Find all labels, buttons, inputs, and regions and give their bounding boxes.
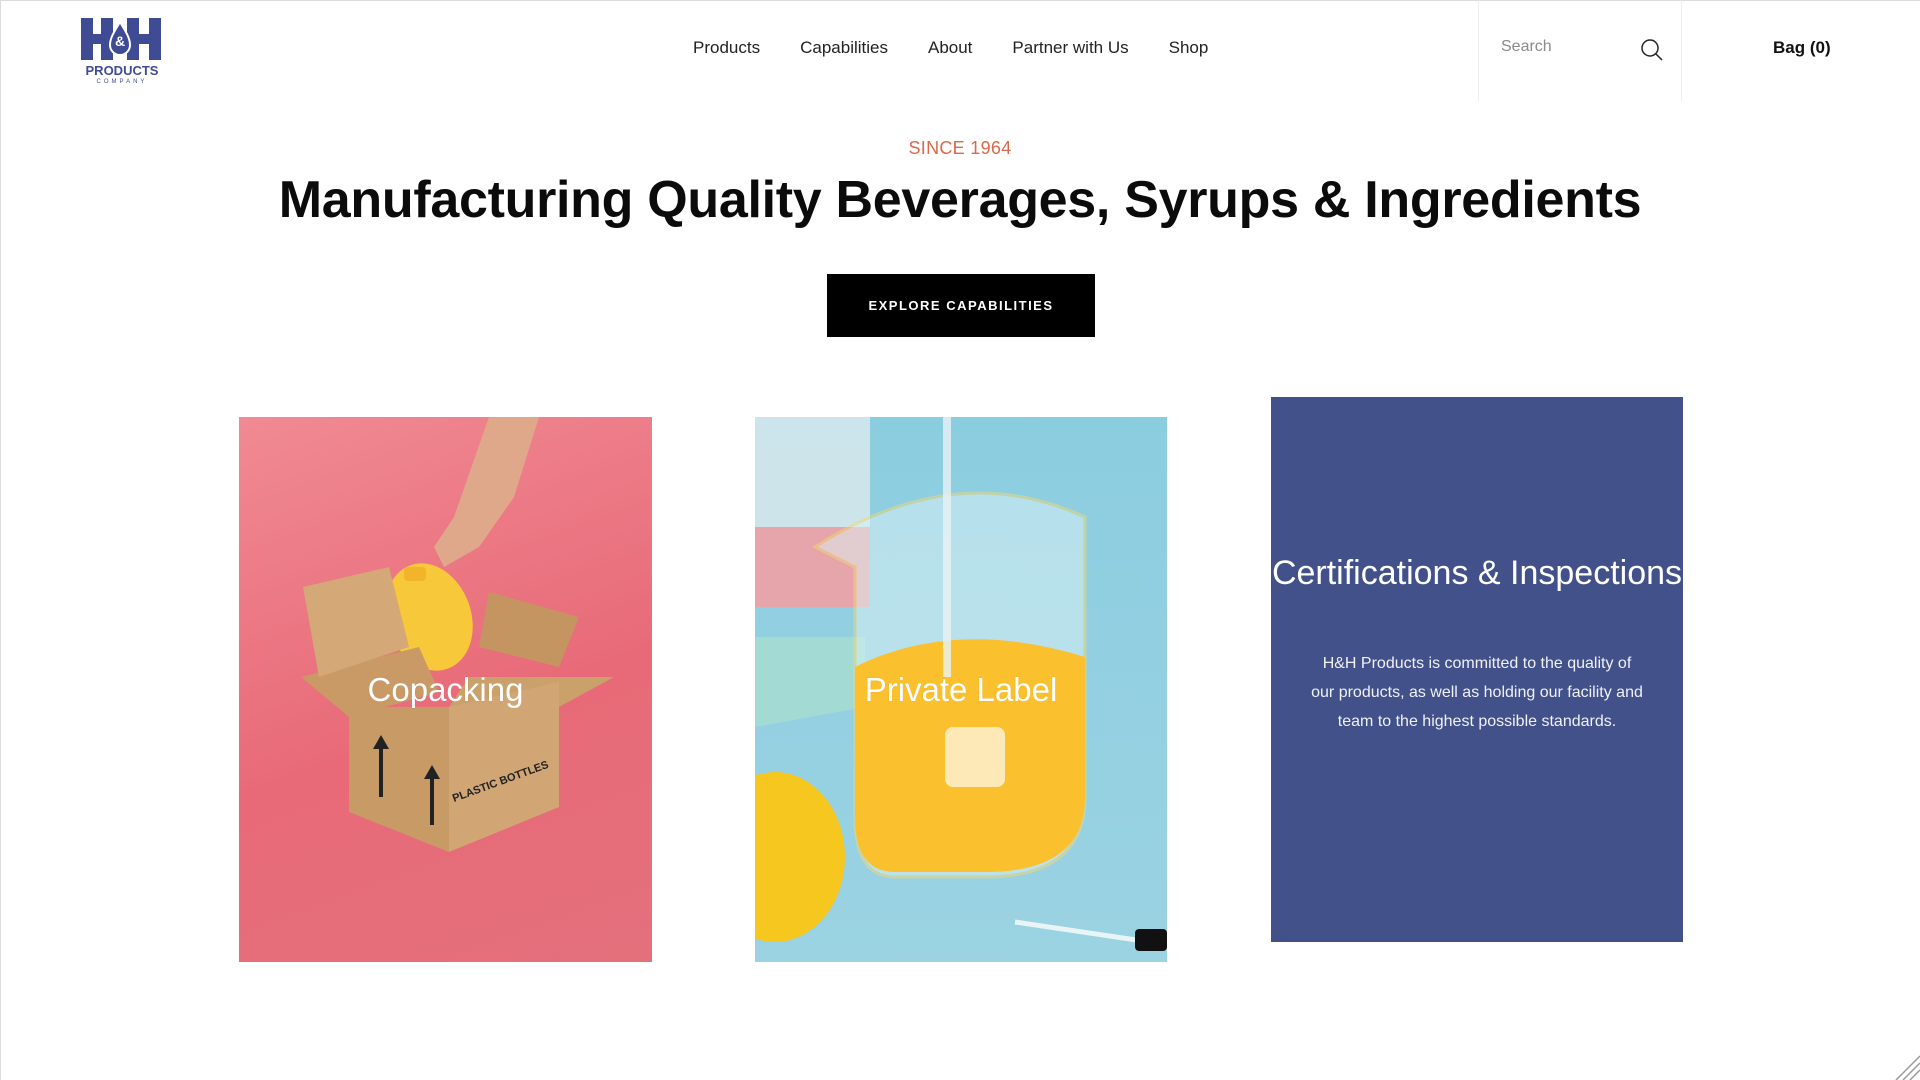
search-box — [1478, 0, 1682, 101]
site-header: & PRODUCTS COMPANY Products Capabilities… — [0, 0, 1920, 101]
nav-products[interactable]: Products — [693, 38, 760, 58]
svg-text:&: & — [115, 33, 125, 49]
brand-logo[interactable]: & PRODUCTS COMPANY — [81, 18, 163, 84]
certifications-title: Certifications & Inspections — [1271, 554, 1683, 592]
search-icon[interactable] — [1640, 38, 1664, 62]
certifications-description: H&H Products is committed to the quality… — [1311, 655, 1643, 730]
copacking-label: Copacking — [367, 670, 524, 708]
private-label-label: Private Label — [864, 670, 1058, 708]
logo-products-text: PRODUCTS — [86, 63, 159, 78]
certifications-card[interactable]: Certifications & Inspections H&H Product… — [1271, 397, 1683, 942]
explore-capabilities-button[interactable]: EXPLORE CAPABILITIES — [827, 274, 1095, 337]
search-input[interactable] — [1501, 38, 1631, 56]
hero-eyebrow: SINCE 1964 — [908, 138, 1012, 158]
nav-about[interactable]: About — [928, 38, 972, 58]
bag-link[interactable]: Bag (0) — [1773, 38, 1831, 58]
main-nav: Products Capabilities About Partner with… — [693, 38, 1248, 58]
resize-grip-icon[interactable] — [1890, 1050, 1920, 1080]
nav-shop[interactable]: Shop — [1169, 38, 1209, 58]
copacking-card[interactable]: PLASTIC BOTTLES Copacking — [239, 417, 652, 962]
hero-title: Manufacturing Quality Beverages, Syrups … — [278, 171, 1642, 229]
nav-capabilities[interactable]: Capabilities — [800, 38, 888, 58]
private-label-card[interactable]: Private Label — [755, 417, 1167, 962]
nav-partner-with-us[interactable]: Partner with Us — [1012, 38, 1128, 58]
logo-company-text: COMPANY — [97, 79, 148, 84]
hh-logo-icon: & PRODUCTS COMPANY — [81, 18, 161, 84]
